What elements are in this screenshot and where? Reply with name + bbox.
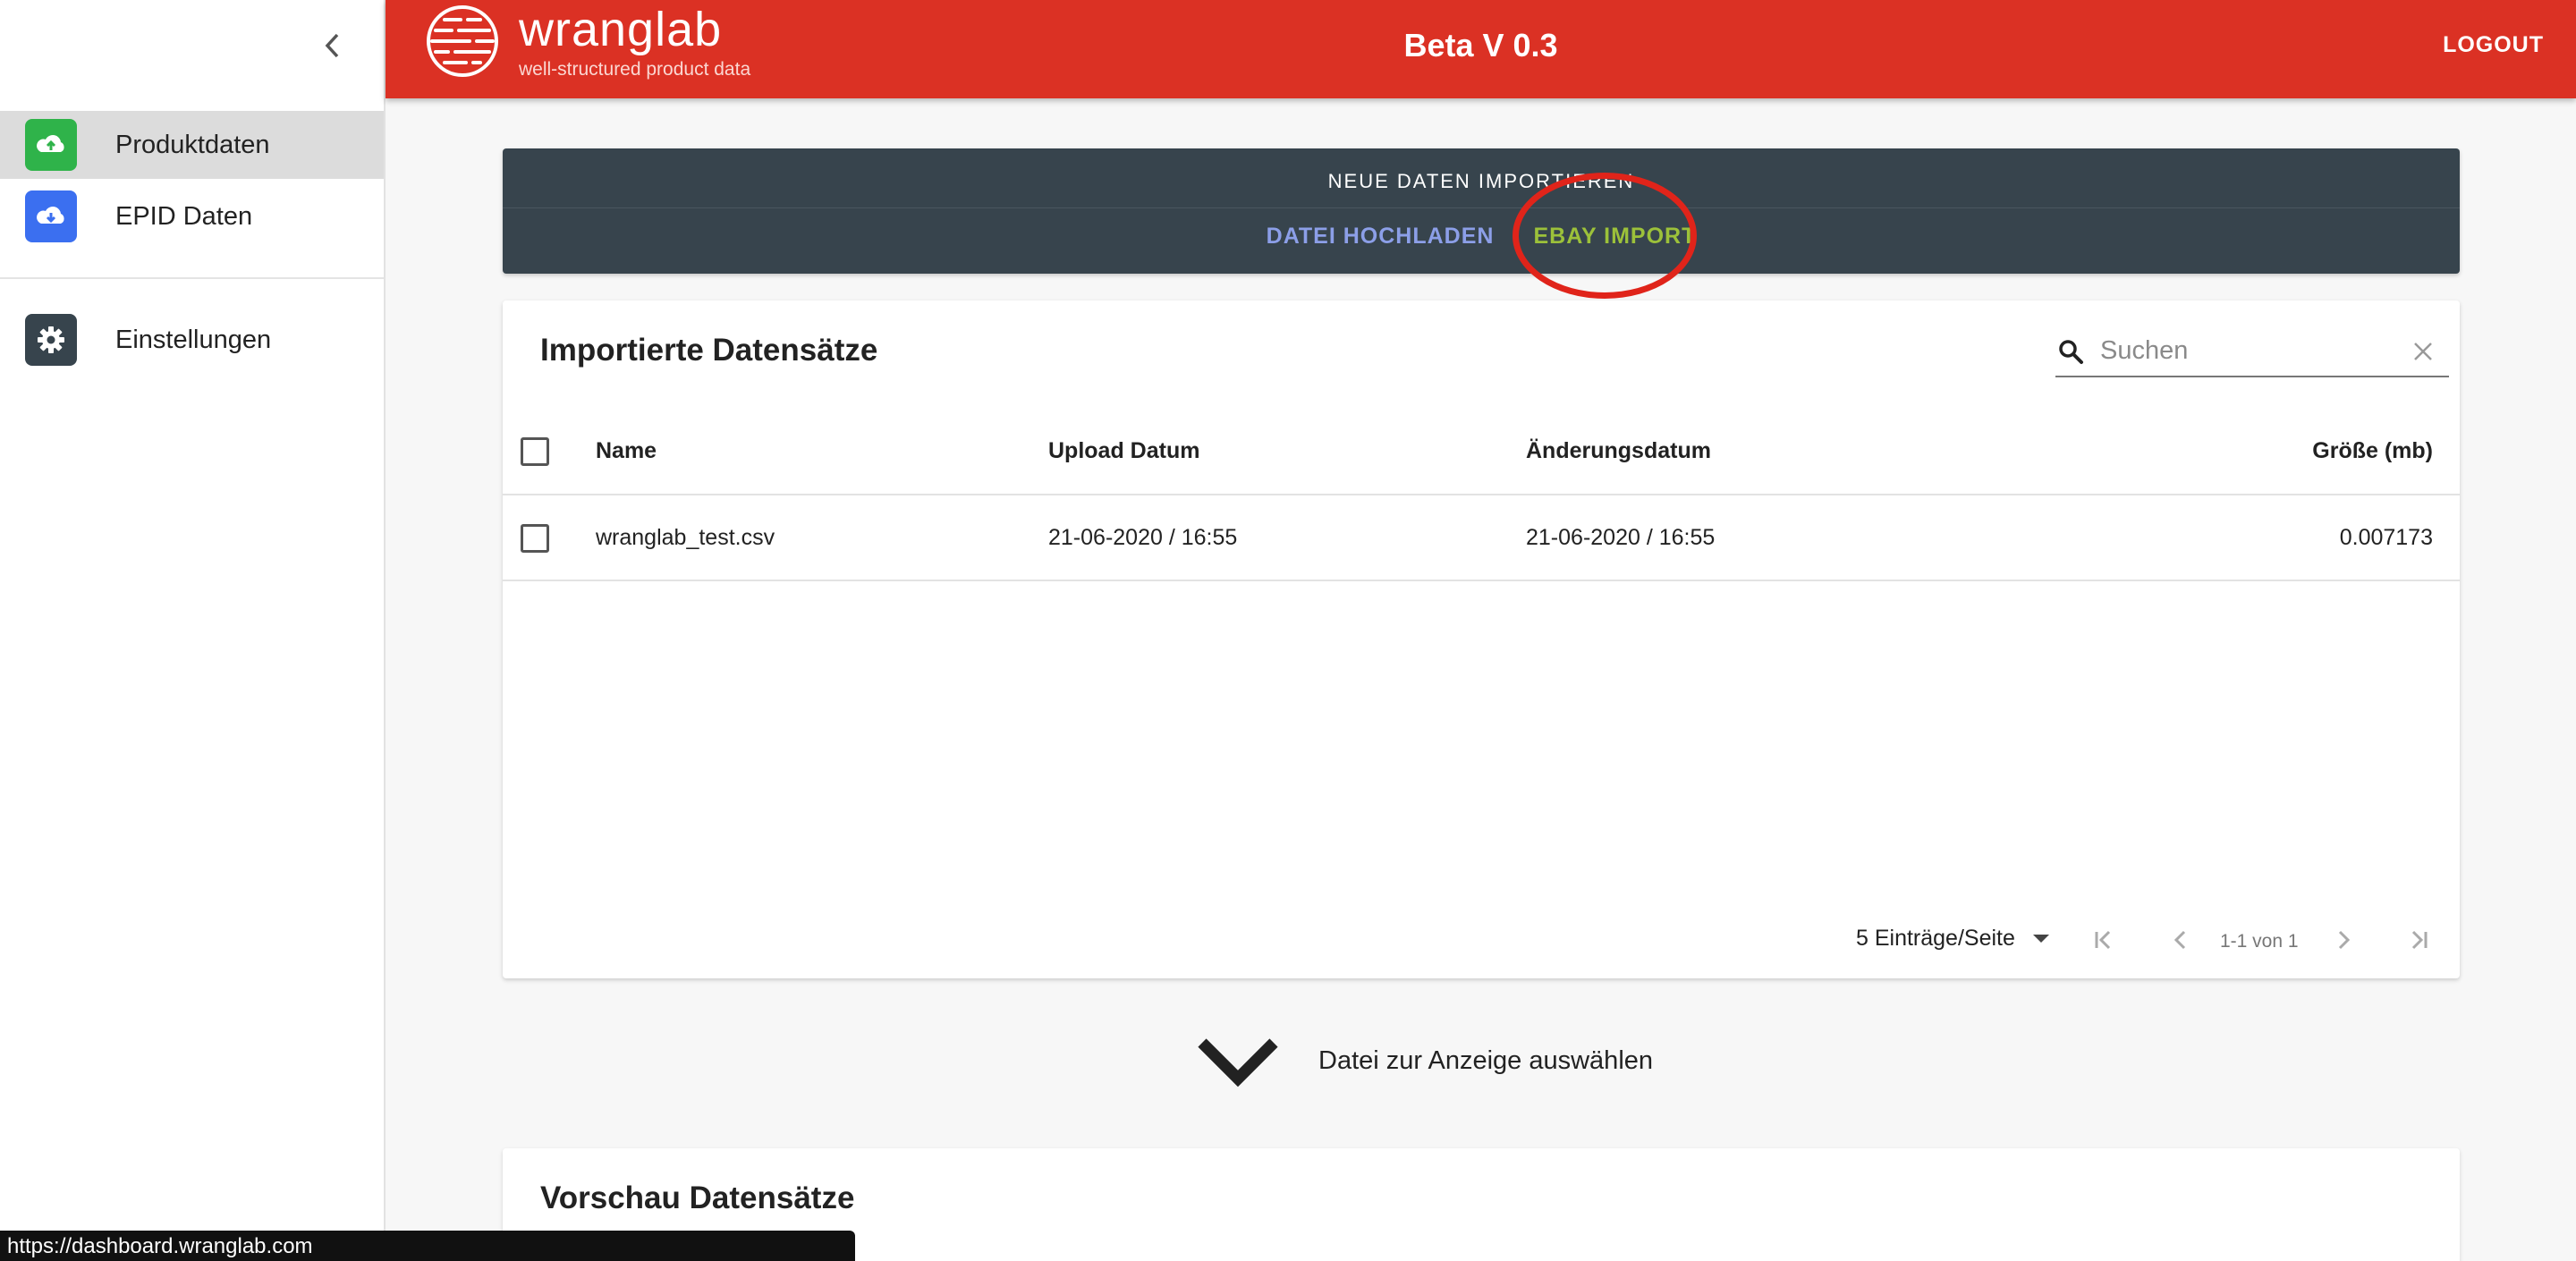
browser-status-url: https://dashboard.wranglab.com: [0, 1231, 855, 1261]
logout-button[interactable]: LOGOUT: [2443, 32, 2544, 58]
page-range: 1-1 von 1: [2220, 931, 2299, 952]
sidebar-item-epid-daten[interactable]: EPID Daten: [0, 182, 384, 250]
first-page-icon[interactable]: [2088, 924, 2120, 956]
search-field: [2055, 329, 2449, 377]
gear-icon: [25, 314, 77, 366]
search-input[interactable]: [2100, 334, 2386, 367]
table-row[interactable]: wranglab_test.csv 21-06-2020 / 16:55 21-…: [503, 495, 2460, 581]
pagination: 5 Einträge/Seite 1-1 von 1: [503, 920, 2460, 965]
preview-title: Vorschau Datensätze: [540, 1181, 855, 1215]
cloud-upload-icon: [25, 119, 77, 171]
import-panel-title: NEUE DATEN IMPORTIEREN: [1327, 170, 1635, 192]
column-header-size[interactable]: Größe (mb): [2312, 438, 2433, 464]
row-checkbox[interactable]: [521, 524, 549, 553]
next-page-icon[interactable]: [2327, 924, 2360, 956]
sidebar-divider: [0, 277, 384, 279]
select-file-text: Datei zur Anzeige auswählen: [1318, 1046, 1654, 1075]
card-title: Importierte Datensätze: [540, 333, 878, 368]
sidebar-item-einstellungen[interactable]: Einstellungen: [0, 306, 384, 374]
cell-size: 0.007173: [2339, 525, 2433, 550]
cell-name: wranglab_test.csv: [596, 525, 775, 550]
caret-down-icon: [2032, 935, 2049, 943]
chevron-down-icon: [1198, 1038, 1278, 1088]
close-icon[interactable]: [2411, 340, 2435, 363]
tab-ebay-import[interactable]: EBAY IMPORT: [1533, 224, 1696, 250]
search-icon: [2059, 340, 2083, 364]
cloud-download-icon: [25, 190, 77, 242]
sidebar: Produktdaten EPID Daten Einstellungen: [0, 0, 386, 1261]
chevron-left-icon: [325, 33, 339, 58]
column-header-changed-date[interactable]: Änderungsdatum: [1526, 438, 1711, 464]
column-header-upload-date[interactable]: Upload Datum: [1048, 438, 1199, 464]
rows-per-page-value: 5 Einträge/Seite: [1856, 926, 2015, 951]
select-all-checkbox[interactable]: [521, 437, 549, 466]
column-header-name[interactable]: Name: [596, 438, 657, 464]
sidebar-item-label: EPID Daten: [115, 201, 253, 231]
sidebar-item-label: Produktdaten: [115, 130, 270, 159]
sidebar-item-produktdaten[interactable]: Produktdaten: [0, 111, 384, 179]
import-divider: [503, 207, 2460, 208]
cell-changed-date: 21-06-2020 / 16:55: [1526, 525, 1716, 550]
sidebar-item-label: Einstellungen: [115, 325, 272, 354]
tab-datei-hochladen[interactable]: DATEI HOCHLADEN: [1267, 224, 1495, 250]
cell-upload-date: 21-06-2020 / 16:55: [1048, 525, 1238, 550]
table-header: Name Upload Datum Änderungsdatum Größe (…: [503, 408, 2460, 495]
import-tabs: DATEI HOCHLADEN EBAY IMPORT: [503, 224, 2460, 250]
app-version: Beta V 0.3: [1403, 27, 1558, 63]
import-panel: NEUE DATEN IMPORTIEREN DATEI HOCHLADEN E…: [503, 148, 2460, 274]
rows-per-page-select[interactable]: 5 Einträge/Seite: [1856, 926, 2049, 952]
previous-page-icon[interactable]: [2165, 924, 2197, 956]
select-file-hint: Datei zur Anzeige auswählen: [1190, 1028, 1995, 1091]
top-bar: wranglab well-structured product data Be…: [386, 0, 2576, 98]
last-page-icon[interactable]: [2402, 924, 2435, 956]
imported-datasets-card: Importierte Datensätze Name Upload Datum…: [503, 300, 2460, 978]
sidebar-collapse-button[interactable]: [318, 30, 347, 62]
